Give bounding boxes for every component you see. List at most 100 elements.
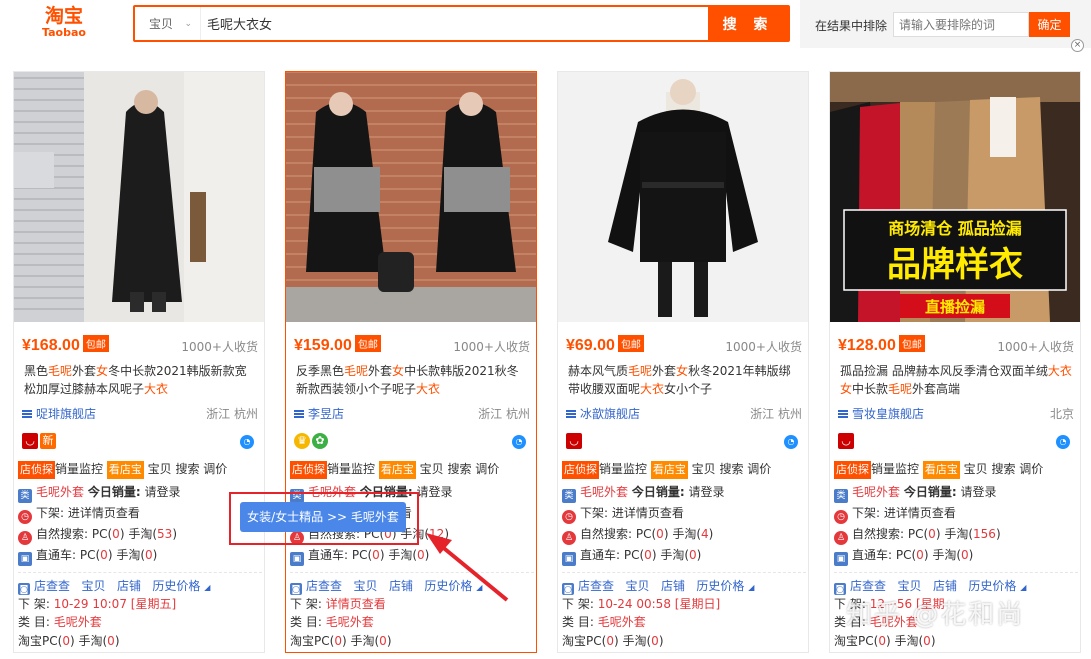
- shop-detective-tag[interactable]: 店侦探: [834, 461, 871, 479]
- foot-link-item[interactable]: 宝贝: [897, 579, 921, 593]
- shop-row: 李昱店 浙江 杭州: [294, 405, 530, 422]
- category-value[interactable]: 毛呢外套: [580, 485, 628, 499]
- kandianbao-tag[interactable]: 看店宝: [650, 461, 688, 479]
- foot-links-row: ◙ 店查查 宝贝 店铺 历史价格 ◢: [562, 577, 806, 595]
- clock-icon: ◷: [834, 510, 848, 524]
- dropdown-triangle-icon[interactable]: ◢: [476, 583, 482, 592]
- foot-platform-row: 淘宝PC(0) 手淘(0): [290, 632, 534, 650]
- foot-link-price-history[interactable]: 历史价格: [696, 579, 744, 593]
- wangwang-icon[interactable]: ◔: [512, 435, 526, 449]
- dropdown-triangle-icon[interactable]: ◢: [1020, 583, 1026, 592]
- item-tools-link[interactable]: 宝贝 搜索 调价: [148, 462, 228, 476]
- shop-name[interactable]: 冰歆旗舰店: [580, 407, 640, 421]
- search-button[interactable]: 搜 索: [708, 7, 788, 40]
- foot-link-shop[interactable]: 店铺: [389, 579, 413, 593]
- product-title[interactable]: 孤品捡漏 品牌赫本风反季清仓双面羊绒大衣女中长款毛呢外套高端: [840, 362, 1072, 400]
- shop-detective-tag[interactable]: 店侦探: [18, 461, 55, 479]
- shop-icon: [566, 410, 576, 418]
- shop-row: 冰歆旗舰店 浙江 杭州: [566, 405, 802, 422]
- item-tools-link[interactable]: 宝贝 搜索 调价: [692, 462, 772, 476]
- foot-link-shop[interactable]: 店铺: [933, 579, 957, 593]
- foot-link-shopcheck[interactable]: 店查查: [578, 579, 614, 593]
- login-link[interactable]: 请登录: [688, 485, 724, 499]
- product-title[interactable]: 反季黑色毛呢外套女中长款韩版2021秋冬新款西装领小个子呢子大衣: [296, 362, 528, 400]
- shop-row: 雪妆皇旗舰店 北京: [838, 405, 1074, 422]
- wangwang-icon[interactable]: ◔: [240, 435, 254, 449]
- foot-links-row: ◙ 店查查 宝贝 店铺 历史价格 ◢: [290, 577, 534, 595]
- sales-monitor-link[interactable]: 销量监控: [327, 462, 375, 476]
- sales-monitor-link[interactable]: 销量监控: [55, 462, 103, 476]
- paren: ): [968, 548, 974, 562]
- sales-monitor-link[interactable]: 销量监控: [599, 462, 647, 476]
- category-row: 类毛呢外套 今日销量: 请登录: [834, 483, 1078, 503]
- foot-link-item[interactable]: 宝贝: [625, 579, 649, 593]
- dropdown-triangle-icon[interactable]: ◢: [204, 583, 210, 592]
- product-image[interactable]: [286, 72, 536, 322]
- paren: ): [386, 634, 392, 648]
- foot-sh-label: 手淘: [894, 634, 919, 648]
- close-icon[interactable]: ×: [1071, 39, 1084, 52]
- paren: ): [107, 548, 113, 562]
- kandianbao-tag[interactable]: 看店宝: [378, 461, 416, 479]
- category-value[interactable]: 毛呢外套: [852, 485, 900, 499]
- ztc-pc: 0: [644, 548, 652, 562]
- product-image[interactable]: [558, 72, 808, 322]
- foot-link-shopcheck[interactable]: 店查查: [306, 579, 342, 593]
- offline-value[interactable]: 进详情页查看: [68, 506, 140, 520]
- shop-name[interactable]: 李昱店: [308, 407, 344, 421]
- product-image[interactable]: [14, 72, 264, 322]
- product-title[interactable]: 黑色毛呢外套女冬中长款2021韩版新款宽松加厚过膝赫本风呢子大衣: [24, 362, 256, 400]
- foot-link-item[interactable]: 宝贝: [81, 579, 105, 593]
- foot-link-shop[interactable]: 店铺: [117, 579, 141, 593]
- natural-sh: 156: [973, 527, 996, 541]
- foot-category-value: 毛呢外套: [325, 615, 374, 629]
- kandianbao-tag[interactable]: 看店宝: [922, 461, 960, 479]
- search-category-select[interactable]: 宝贝 ⌄: [135, 7, 201, 40]
- login-link[interactable]: 请登录: [416, 485, 452, 499]
- product-title[interactable]: 赫本风气质毛呢外套女秋冬2021年韩版绑带收腰双面呢大衣女小个子: [568, 362, 800, 400]
- product-card[interactable]: ¥168.00 包邮 1000+人收货 黑色毛呢外套女冬中长款2021韩版新款宽松…: [13, 71, 265, 653]
- shop-detective-tag[interactable]: 店侦探: [562, 461, 599, 479]
- product-card[interactable]: ¥69.00 包邮 1000+人收货 赫本风气质毛呢外套女秋冬2021年韩版绑带收…: [557, 71, 809, 653]
- wangwang-icon[interactable]: ◔: [784, 435, 798, 449]
- foot-offline-value: 10-29 10:07 [星期五]: [53, 597, 177, 611]
- natural-search-label: 自然搜索: PC: [36, 527, 108, 541]
- foot-link-price-history[interactable]: 历史价格: [968, 579, 1016, 593]
- foot-link-price-history[interactable]: 历史价格: [424, 579, 472, 593]
- foot-link-shopcheck[interactable]: 店查查: [34, 579, 70, 593]
- category-icon: 类: [834, 489, 848, 503]
- item-tools-link[interactable]: 宝贝 搜索 调价: [964, 462, 1044, 476]
- login-link[interactable]: 请登录: [144, 485, 180, 499]
- dropdown-triangle-icon[interactable]: ◢: [748, 583, 754, 592]
- foot-link-item[interactable]: 宝贝: [353, 579, 377, 593]
- shop-detective-tag[interactable]: 店侦探: [290, 461, 327, 479]
- sales-monitor-link[interactable]: 销量监控: [871, 462, 919, 476]
- taobao-logo[interactable]: 淘宝 Taobao: [36, 5, 92, 41]
- handtao-label: 手淘: [672, 527, 697, 541]
- product-card[interactable]: ¥159.00 包邮 1000+人收货 反季黑色毛呢外套女中长款韩版2021秋冬新…: [285, 71, 537, 653]
- exclude-confirm-button[interactable]: 确定: [1029, 12, 1070, 37]
- foot-link-shop[interactable]: 店铺: [661, 579, 685, 593]
- foot-link-price-history[interactable]: 历史价格: [152, 579, 200, 593]
- offline-value[interactable]: 进详情页查看: [884, 506, 956, 520]
- foot-sh-value: 0: [651, 634, 659, 648]
- divider: [562, 572, 806, 573]
- offline-value[interactable]: 进详情页查看: [612, 506, 684, 520]
- login-link[interactable]: 请登录: [960, 485, 996, 499]
- foot-link-shopcheck[interactable]: 店查查: [850, 579, 886, 593]
- category-value[interactable]: 毛呢外套: [36, 485, 84, 499]
- shop-name[interactable]: 雪妆皇旗舰店: [852, 407, 924, 421]
- price-row: ¥159.00 包邮 1000+人收货: [294, 335, 530, 355]
- exclude-input[interactable]: [893, 12, 1029, 37]
- product-card[interactable]: 商场清仓 孤品捡漏 品牌样衣 直播捡漏 ¥128.00 包邮 1000+人收货 孤…: [829, 71, 1081, 653]
- person-icon: ♙: [834, 531, 848, 545]
- shop-name[interactable]: 哫琲旗舰店: [36, 407, 96, 421]
- product-image[interactable]: 商场清仓 孤品捡漏 品牌样衣 直播捡漏: [830, 72, 1080, 322]
- badge-row: ♛ ✿ ◔: [294, 433, 530, 451]
- kandianbao-tag[interactable]: 看店宝: [106, 461, 144, 479]
- shop-check-icon: ◙: [834, 583, 846, 595]
- item-tools-link[interactable]: 宝贝 搜索 调价: [420, 462, 500, 476]
- wangwang-icon[interactable]: ◔: [1056, 435, 1070, 449]
- price-row: ¥168.00 包邮 1000+人收货: [22, 335, 258, 355]
- search-input[interactable]: [201, 7, 708, 40]
